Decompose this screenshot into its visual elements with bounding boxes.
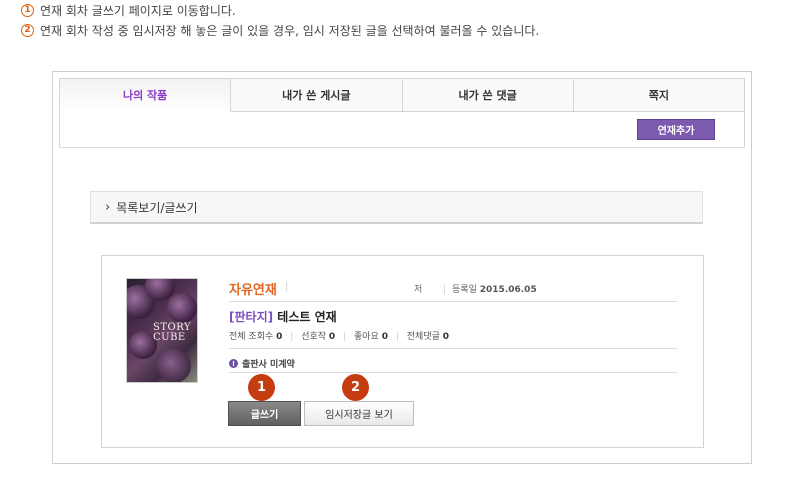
help-note-2-text: 연재 회차 작성 중 임시저장 해 놓은 글이 있을 경우, 임시 저장된 글을… [40, 24, 540, 38]
write-button[interactable]: 글쓰기 [228, 401, 301, 426]
publisher-status: ! 출판사 미계약 [229, 357, 295, 370]
book-cover-image[interactable]: STORY CUBE [126, 278, 198, 383]
work-title[interactable]: [판타지] 테스트 연재 [229, 308, 337, 325]
work-category: [판타지] [229, 310, 274, 324]
cover-title: STORY CUBE [153, 323, 191, 343]
stat-label: 전체 조회수 [229, 332, 274, 342]
divider [229, 348, 677, 349]
stat-label: 좋아요 [353, 332, 379, 342]
cover-flower-shape [167, 293, 197, 323]
view-drafts-button[interactable]: 임시저장글 보기 [304, 401, 414, 426]
info-icon: ! [229, 359, 238, 368]
stat-value: 0 [328, 332, 336, 342]
work-title-text: 테스트 연재 [277, 310, 337, 324]
divider [229, 301, 677, 302]
stat-value: 0 [276, 332, 283, 342]
publisher-status-text: 출판사 미계약 [242, 360, 295, 370]
separator: | [285, 281, 289, 292]
step-badge-2: 2 [342, 374, 369, 401]
work-card: STORY CUBE 자유연재 | 저 | 등록일 2015.06.05 [판타지… [101, 255, 704, 448]
list-write-label: 목록보기/글쓰기 [116, 200, 198, 215]
stat-label: 선호작 [301, 332, 327, 342]
stat-value: 0 [381, 332, 388, 342]
work-stats: 전체 조회수 0 | 선호작 0 | 좋아요 0 | 전체댓글 0 [229, 332, 450, 342]
author-label: 저 [414, 285, 423, 295]
registration-date: | 등록일 2015.06.05 [443, 285, 537, 295]
circled-number-1-icon: 1 [21, 4, 34, 17]
genre-title: 자유연재 [229, 283, 277, 298]
divider [59, 147, 745, 148]
chevron-right-icon: › [105, 199, 111, 215]
stat-label: 전체댓글 [406, 332, 440, 342]
date-value: 2015.06.05 [479, 285, 537, 295]
cover-flower-shape [157, 349, 191, 382]
tab-my-comments[interactable]: 내가 쓴 댓글 [402, 78, 574, 112]
divider [229, 372, 677, 373]
add-series-button[interactable]: 연재추가 [637, 119, 715, 140]
stat-value: 0 [442, 332, 450, 342]
help-note-2: 2 연재 회차 작성 중 임시저장 해 놓은 글이 있을 경우, 임시 저장된 … [21, 22, 539, 39]
step-badge-1: 1 [248, 374, 275, 401]
tab-panel: 연재추가 [59, 111, 745, 147]
list-write-bar[interactable]: › 목록보기/글쓰기 [90, 191, 703, 224]
help-note-1: 1 연재 회차 글쓰기 페이지로 이동합니다. [21, 2, 236, 19]
help-note-1-text: 연재 회차 글쓰기 페이지로 이동합니다. [40, 4, 236, 18]
tab-my-posts[interactable]: 내가 쓴 게시글 [231, 78, 403, 112]
circled-number-2-icon: 2 [21, 24, 34, 37]
cover-title-line-2: CUBE [153, 332, 186, 343]
tab-bar: 나의 작품 내가 쓴 게시글 내가 쓴 댓글 쪽지 [59, 78, 745, 112]
tab-my-works[interactable]: 나의 작품 [59, 78, 232, 112]
tab-messages[interactable]: 쪽지 [573, 78, 745, 112]
date-label: 등록일 [452, 285, 477, 295]
screenshot-frame: 나의 작품 내가 쓴 게시글 내가 쓴 댓글 쪽지 연재추가 › 목록보기/글쓰… [52, 71, 752, 464]
